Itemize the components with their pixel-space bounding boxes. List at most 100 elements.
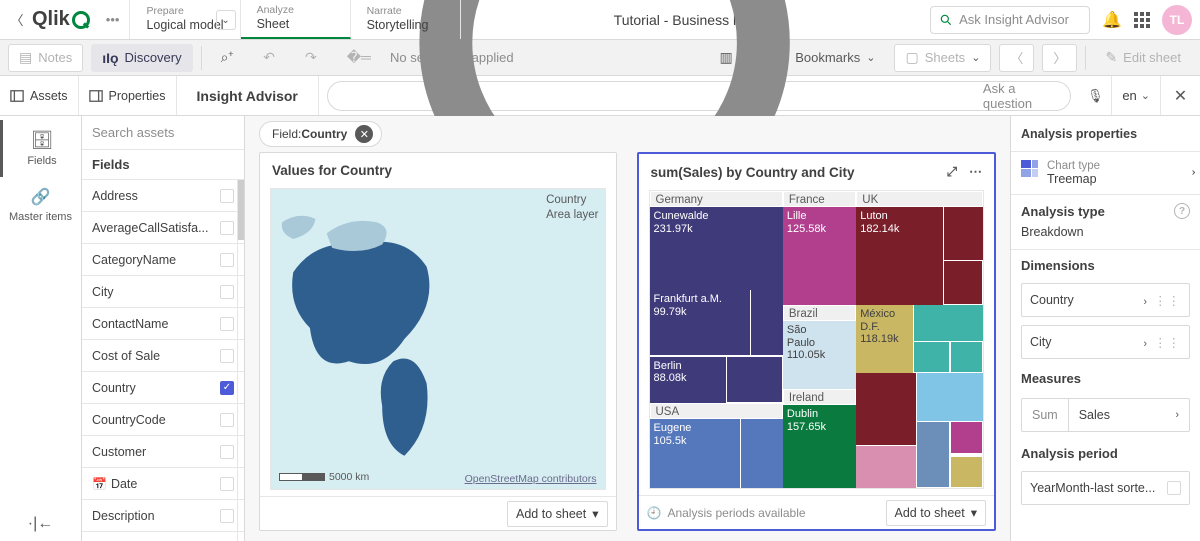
fields-header: Fields [82,150,244,180]
remove-chip-icon[interactable]: ✕ [355,125,373,143]
divider [201,46,202,70]
treemap-cell[interactable] [950,421,983,455]
field-item[interactable]: Customer [82,436,244,468]
measure-item[interactable]: Sum Sales› [1021,398,1190,432]
treemap-chart[interactable]: Germany Cunewalde231.97k Frankfurt a.M.9… [649,190,985,489]
fullscreen-icon[interactable]: ⤢ [947,164,957,180]
treemap-cell[interactable] [916,421,949,488]
field-item[interactable]: Description [82,500,244,532]
properties-toggle[interactable]: Properties [79,76,177,115]
field-item[interactable]: Address [82,180,244,212]
more-icon[interactable]: ⋯ [969,164,982,180]
treemap-cell[interactable] [943,260,983,305]
checkbox[interactable] [220,349,234,363]
checkbox[interactable] [220,189,234,203]
checkbox[interactable] [220,221,234,235]
checkbox[interactable] [220,317,234,331]
next-sheet-button[interactable]: 〉 [1042,44,1077,72]
treemap-cell[interactable] [856,445,916,488]
fields-search[interactable]: Search assets [82,116,244,150]
add-to-sheet-button[interactable]: Add to sheet▾ [886,500,986,526]
treemap-cell[interactable]: Eugene105.5k [650,419,740,488]
treemap-header: Ireland [783,389,856,405]
nav-narrate[interactable]: Narrate Storytelling [351,0,461,39]
treemap-cell[interactable] [913,341,950,374]
rail-master-items[interactable]: 🔗 Master items [0,177,81,233]
fields-list[interactable]: Address AverageCallSatisfa... CategoryNa… [82,180,244,541]
analysis-periods-note[interactable]: 🕘 Analysis periods available [647,506,806,520]
dimension-item[interactable]: City › ⋮⋮ [1021,325,1190,359]
avatar[interactable]: TL [1162,5,1192,35]
treemap-cell[interactable] [856,373,916,444]
chevron-right-icon: › [1143,338,1147,350]
treemap-cell[interactable]: SãoPaulo110.05k [783,321,856,389]
treemap-cell[interactable] [750,290,783,355]
checkbox[interactable] [220,253,234,267]
treemap-cell[interactable]: Luton182.14k [856,207,943,305]
checkbox[interactable] [1167,481,1181,495]
collapse-rail-icon[interactable]: ·|← [20,507,61,541]
field-item[interactable]: ContactName [82,308,244,340]
language-selector[interactable]: en⌄ [1111,76,1160,115]
checkbox[interactable]: ✓ [220,381,234,395]
dimensions-label: Dimensions [1021,258,1190,273]
checkbox[interactable] [220,285,234,299]
field-item[interactable]: CountryCode [82,404,244,436]
checkbox[interactable] [220,445,234,459]
checkbox[interactable] [220,413,234,427]
analysis-period-item[interactable]: YearMonth-last sorte... [1021,471,1190,505]
field-chip[interactable]: Field:Country ✕ [259,121,382,147]
treemap-cell[interactable]: México D.F.118.19k [856,305,913,373]
checkbox[interactable] [220,509,234,523]
treemap-cell[interactable]: Lille125.58k [783,207,856,305]
treemap-cell[interactable]: Frankfurt a.M.99.79k [650,290,750,355]
field-item[interactable]: Cost of Sale [82,340,244,372]
nav-analyze[interactable]: Analyze Sheet [241,0,351,39]
field-item[interactable]: AverageCallSatisfa... [82,212,244,244]
treemap-cell[interactable]: Berlin88.08k [650,356,727,404]
map-attribution[interactable]: OpenStreetMap contributors [465,473,597,485]
back-button[interactable]: 〈 [8,10,26,29]
notifications-icon[interactable]: 🔔 [1102,10,1122,30]
nav-prepare[interactable]: Prepare Logical model ⌄ [129,0,240,39]
chevron-down-icon: ⌄ [1141,89,1150,102]
treemap-cell[interactable] [726,356,783,404]
treemap-cell[interactable] [916,373,983,421]
discovery-button[interactable]: ıIǫ Discovery [91,44,192,72]
field-item[interactable]: City [82,276,244,308]
treemap-cell[interactable] [740,419,783,488]
legend-line-2: Area layer [546,208,598,223]
microphone-icon[interactable]: 🎙 [1079,88,1111,104]
selections-forward-button[interactable]: ↷ [294,44,328,72]
treemap-cell[interactable]: Dublin157.65k [783,405,856,488]
field-item[interactable]: CategoryName [82,244,244,276]
info-icon[interactable]: ? [1174,203,1190,219]
notes-button[interactable]: ▤ Notes [8,44,83,72]
prev-sheet-button[interactable]: 〈 [999,44,1034,72]
field-item[interactable]: Country✓ [82,372,244,404]
treemap-cell[interactable] [950,456,983,488]
assets-toggle[interactable]: Assets [0,76,79,115]
treemap-cell[interactable] [950,341,983,374]
chart-type-row[interactable]: Chart type Treemap ⌄ [1011,152,1200,195]
dimension-item[interactable]: Country › ⋮⋮ [1021,283,1190,317]
treemap-cell[interactable] [943,207,983,260]
selections-back-button[interactable]: ↶ [252,44,286,72]
edit-sheet-button[interactable]: ✎ Edit sheet [1094,44,1192,72]
rail-fields[interactable]: 🗄 Fields [0,120,81,177]
close-button[interactable]: ✕ [1160,76,1200,115]
divider [1085,46,1086,70]
add-to-sheet-button[interactable]: Add to sheet▾ [507,501,607,527]
drag-handle-icon[interactable]: ⋮⋮ [1154,294,1181,308]
drag-handle-icon[interactable]: ⋮⋮ [1154,336,1181,350]
question-input[interactable]: Ask a question [327,81,1071,111]
chevron-down-icon[interactable]: ⌄ [216,10,236,30]
treemap-cell[interactable] [913,305,983,341]
smart-search-button[interactable]: ⌕⁺ [210,44,245,72]
treemap-cell[interactable]: Cunewalde231.97k [650,207,783,290]
checkbox[interactable] [220,477,234,491]
field-item[interactable]: 📅Date [82,468,244,500]
app-menu-icon[interactable]: ••• [106,12,120,27]
map-chart[interactable]: Country Area layer 5000 km OpenStreetMap… [270,188,606,490]
app-launcher-icon[interactable] [1134,12,1150,28]
